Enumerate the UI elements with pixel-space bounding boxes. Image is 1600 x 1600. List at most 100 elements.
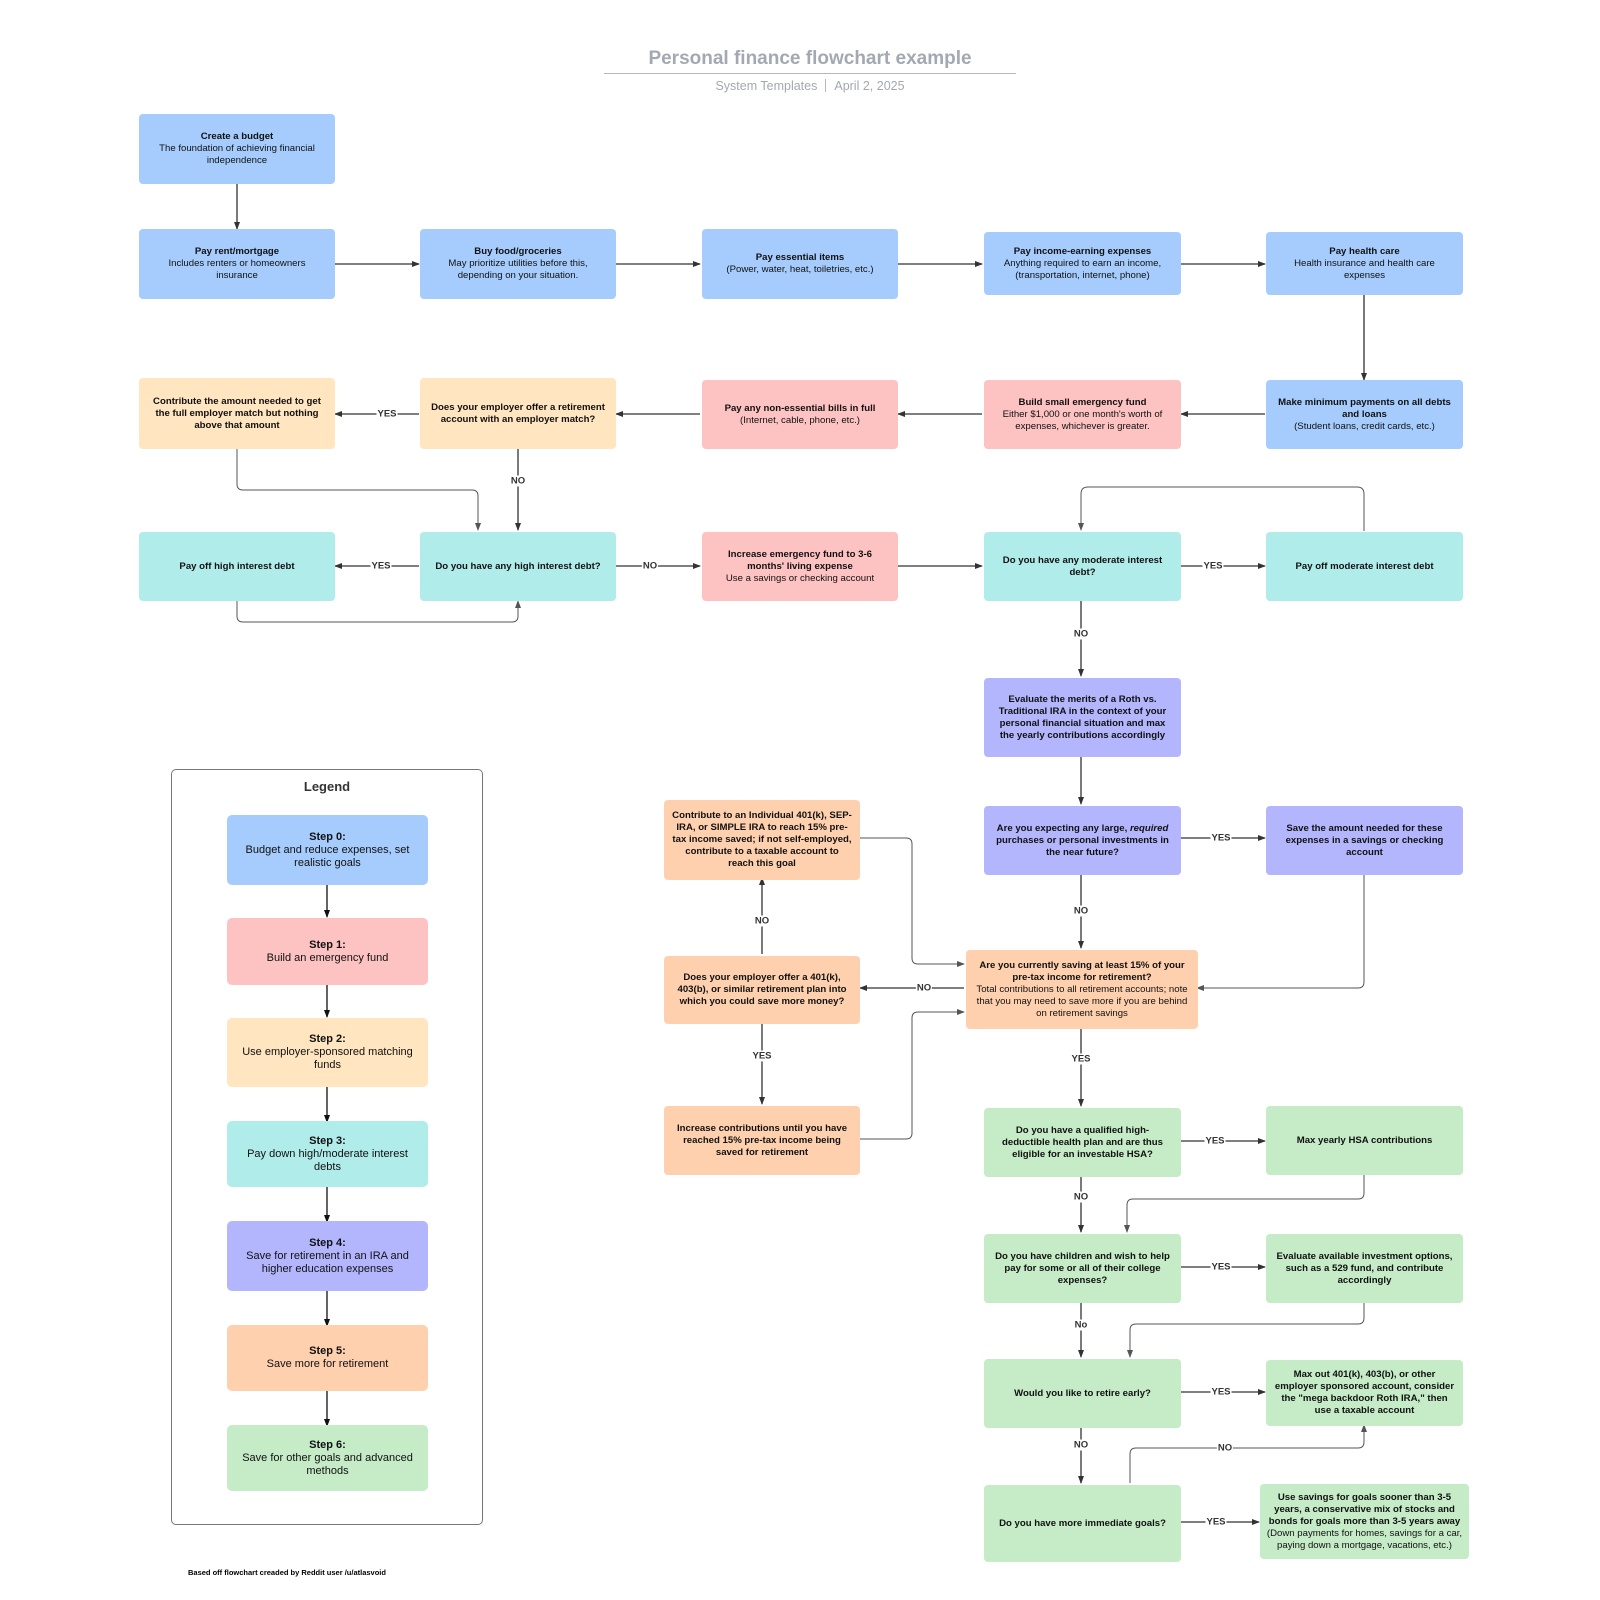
legend-step-title: Step 0: [309,830,346,843]
node-increase-emergency-fund[interactable]: Increase emergency fund to 3-6 months' l… [702,532,898,601]
node-max-hsa[interactable]: Max yearly HSA contributions [1266,1106,1463,1175]
legend-step-title: Step 6: [309,1438,346,1451]
legend-step-title: Step 5: [309,1345,346,1357]
edge-label-no: NO [1072,1439,1090,1451]
node-roth-vs-traditional-ira[interactable]: Evaluate the merits of a Roth vs. Tradit… [984,678,1181,757]
edge-label-yes: YES [751,1050,773,1062]
node-pay-essential[interactable]: Pay essential items (Power, water, heat,… [702,229,898,299]
node-pay-income-expenses[interactable]: Pay income-earning expenses Anything req… [984,232,1181,295]
node-title: Pay off high interest debt [179,560,295,572]
node-title: Does your employer offer a retirement ac… [431,401,605,425]
node-individual-401k[interactable]: Contribute to an Individual 401(k), SEP-… [664,800,860,880]
node-pay-off-high-debt[interactable]: Pay off high interest debt [139,532,335,601]
node-hsa-question[interactable]: Do you have a qualified high-deductible … [984,1108,1181,1177]
legend-step-0: Step 0: Budget and reduce expenses, set … [227,815,428,885]
node-title: Evaluate the merits of a Roth vs. Tradit… [998,693,1167,741]
node-evaluate-529[interactable]: Evaluate available investment options, s… [1266,1234,1463,1303]
flowchart-canvas: Personal finance flowchart example Syste… [0,0,1600,1600]
node-description: Use a savings or checking account [725,572,875,584]
separator [825,79,827,92]
node-title: Pay health care [1329,245,1400,257]
node-title: Do you have more immediate goals? [999,1517,1166,1529]
node-description: (Down payments for homes, savings for a … [1266,1527,1463,1551]
edge-label-yes: YES [1210,832,1232,844]
edge-saveexp-saving15 [1196,873,1365,991]
page-title: Personal finance flowchart example [648,48,972,69]
legend-step-3: Step 3: Pay down high/moderate interest … [227,1121,428,1187]
edge-label-no: NO [1072,628,1090,640]
page-subtitle: System Templates April 2, 2025 [600,79,1020,93]
legend-step-description: Use employer-sponsored matching funds [242,1046,413,1071]
node-children-college-question[interactable]: Do you have children and wish to help pa… [984,1234,1181,1303]
node-retire-early-question[interactable]: Would you like to retire early? [984,1359,1181,1428]
legend-step-5: Step 5: Save more for retirement [227,1325,428,1391]
edge-label-yes: YES [1210,1386,1232,1398]
node-title: Increase emergency fund to 3-6 months' l… [728,548,872,572]
node-pay-health-care[interactable]: Pay health care Health insurance and hea… [1266,232,1463,295]
node-small-emergency-fund[interactable]: Build small emergency fund Either $1,000… [984,380,1181,449]
legend-step-description: Save for retirement in an IRA and higher… [246,1249,409,1275]
node-immediate-goals-question[interactable]: Do you have more immediate goals? [984,1485,1181,1562]
node-title: Are you expecting any large, required pu… [992,823,1173,859]
edge-increase-saving15 [860,1009,965,1140]
edge-label-no: NO [641,560,659,572]
node-moderate-debt-question[interactable]: Do you have any moderate interest debt? [984,532,1181,601]
node-employer-match-question[interactable]: Does your employer offer a retirement ac… [420,378,616,449]
edge-contribute-highdebt [236,449,481,531]
node-employer-401k-question[interactable]: Does your employer offer a 401(k), 403(b… [664,956,860,1024]
edge-label-no: NO [753,915,771,927]
legend-step-description: Save more for retirement [266,1358,389,1370]
node-title: Pay income-earning expenses [1013,245,1152,257]
node-description: Either $1,000 or one month's worth of ex… [1002,408,1163,432]
node-large-purchases-question[interactable]: Are you expecting any large, required pu… [984,806,1181,875]
node-title: Evaluate available investment options, s… [1276,1250,1453,1286]
node-title: Save the amount needed for these expense… [1285,822,1444,858]
legend-step-title: Step 4: [309,1236,346,1249]
node-pay-rent[interactable]: Pay rent/mortgage Includes renters or ho… [139,229,335,299]
node-title: Buy food/groceries [474,246,562,257]
node-create-budget[interactable]: Create a budget The foundation of achiev… [139,114,335,184]
node-description: (Student loans, credit cards, etc.) [1294,420,1435,432]
node-description: Anything required to earn an income, (tr… [1003,257,1162,281]
legend-step-description: Budget and reduce expenses, set realisti… [245,843,410,869]
node-high-debt-question[interactable]: Do you have any high interest debt? [420,532,616,601]
legend-step-6: Step 6: Save for other goals and advance… [227,1425,428,1491]
edge-label-yes: YES [1202,560,1224,572]
node-use-savings[interactable]: Use savings for goals sooner than 3-5 ye… [1260,1484,1469,1559]
edge-label-yes: YES [370,560,392,572]
edge-label-yes: YES [1204,1135,1226,1147]
node-buy-food[interactable]: Buy food/groceries May prioritize utilit… [420,229,616,299]
node-title: Contribute the amount needed to get the … [153,395,321,431]
edge-label-yes: YES [376,408,398,420]
edge-immediate-mega [1129,1424,1367,1483]
node-saving-15-question[interactable]: Are you currently saving at least 15% of… [966,950,1198,1029]
edge-label-no: NO [1072,905,1090,917]
node-title: Would you like to retire early? [1014,1387,1151,1399]
legend-step-2: Step 2: Use employer-sponsored matching … [227,1018,428,1087]
edge-payoffhigh-highdebt [236,600,521,623]
node-title: Do you have children and wish to help pa… [995,1250,1170,1286]
legend-step-4: Step 4: Save for retirement in an IRA an… [227,1221,428,1291]
node-title: Increase contributions until you have re… [676,1122,848,1158]
node-increase-contributions[interactable]: Increase contributions until you have re… [664,1106,860,1175]
edge-payoffmod-moderate [1078,486,1365,531]
node-title: Pay essential items [755,252,845,263]
node-mega-backdoor[interactable]: Max out 401(k), 403(b), or other employe… [1266,1360,1463,1426]
legend-title: Legend [303,779,351,794]
edge-label-no: No [1073,1319,1089,1331]
node-description: (Power, water, heat, toiletries, etc.) [726,264,874,275]
node-save-expenses[interactable]: Save the amount needed for these expense… [1266,806,1463,875]
edge-label-no: NO [509,475,527,487]
edge-529-retire [1127,1302,1365,1358]
legend-step-1: Step 1: Build an emergency fund [227,918,428,985]
node-title: Pay any non-essential bills in full [724,402,876,414]
node-non-essential-bills[interactable]: Pay any non-essential bills in full (Int… [702,380,898,449]
node-contribute-match[interactable]: Contribute the amount needed to get the … [139,378,335,449]
node-title: Do you have any moderate interest debt? [1002,554,1163,578]
node-pay-off-moderate-debt[interactable]: Pay off moderate interest debt [1266,532,1463,601]
edge-label-yes: YES [1205,1516,1227,1528]
node-minimum-payments[interactable]: Make minimum payments on all debts and l… [1266,380,1463,449]
document-owner: System Templates [715,79,818,93]
node-description: Total contributions to all retirement ac… [976,983,1188,1019]
node-title: Create a budget [200,131,274,142]
